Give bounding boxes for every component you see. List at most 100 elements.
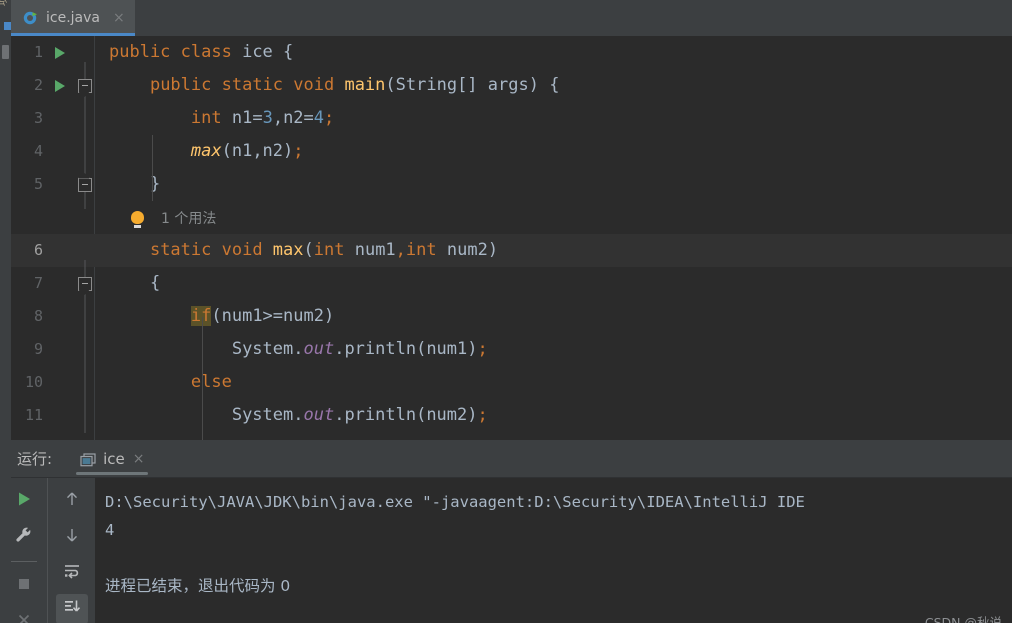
line-number: 9 [33,340,43,358]
code-text: if(num1>=num2) [99,300,1012,333]
line-number: 11 [24,406,43,424]
arrow-up-icon [63,490,81,512]
fold-gutter[interactable] [71,259,99,308]
editor-line[interactable]: 3 int n1=3,n2=4; [11,101,1012,136]
code-token: , [395,240,406,260]
code-token: ( [385,75,396,95]
soft-wrap-icon [63,562,81,584]
left-strip-label[interactable]: 项目 [0,0,9,6]
previous-occurrence-button[interactable] [56,486,88,516]
code-token: main [344,75,386,95]
line-number: 5 [33,175,43,193]
code-token: { [109,273,161,293]
console-line: 进程已结束，退出代码为 0 [105,577,291,595]
code-token: ; [293,141,304,161]
code-token: public [149,75,222,95]
code-text: static void max(int num1,int num2) [99,234,1012,267]
run-gutter-button[interactable] [49,79,71,92]
watermark: CSDN @秋说 [924,615,1002,623]
editor-line[interactable]: 4 max(n1,n2); [11,134,1012,169]
console-output[interactable]: D:\Security\JAVA\JDK\bin\java.exe "-java… [95,477,1012,623]
run-toolbar-column-right [48,478,95,623]
play-icon[interactable] [55,46,65,59]
fold-gutter[interactable] [71,61,99,110]
run-tab-ice[interactable]: ice × [72,440,152,477]
fold-guide-line [84,332,86,367]
code-text: System.out.println(num1); [99,333,1012,366]
editor-line[interactable]: 5 } [11,160,1012,209]
inlay-hint-label[interactable]: 1 个用法 [161,208,216,228]
editor-line[interactable]: 2 public static void main(String[] args)… [11,61,1012,110]
arrow-down-icon [63,526,81,548]
code-text: } [99,168,1012,201]
fold-toggle-icon[interactable] [78,276,92,291]
code-token: num2 [446,240,488,260]
rerun-button[interactable] [8,486,40,516]
close-button[interactable] [8,607,40,623]
code-text: else [99,366,1012,399]
indent-guide [152,135,153,201]
play-icon[interactable] [55,79,65,92]
wrench-icon [15,526,33,548]
inlay-hint-usages[interactable]: 1 个用法 [11,201,1012,234]
scroll-to-end-icon [63,598,81,620]
code-text: public static void main(String[] args) { [99,69,1012,102]
code-token: System. [231,405,304,425]
code-token: n2= [283,108,314,128]
code-text: public class ice { [99,36,1012,69]
settings-button[interactable] [8,522,40,552]
editor-line[interactable]: 8 if(num1>=num2) [11,299,1012,334]
editor-tab-label: ice.java [46,10,100,26]
line-number: 10 [24,373,43,391]
line-number: 3 [33,109,43,127]
code-token: ; [324,108,335,128]
code-token: 4 [313,108,325,128]
code-token: ) { [528,75,560,95]
fold-guide-line [84,101,86,136]
code-token: String[] args [395,75,529,95]
code-editor[interactable]: 1 public class ice {2 public static void … [0,36,1012,440]
next-occurrence-button[interactable] [56,522,88,552]
code-token: int [405,240,447,260]
code-token: max [190,141,222,161]
code-token: ice [242,42,284,62]
stop-button[interactable] [8,571,40,601]
close-icon [15,611,33,623]
editor-line[interactable]: 9 System.out.println(num1); [11,332,1012,367]
run-gutter-button[interactable] [49,46,71,59]
code-token: void [221,240,273,260]
editor-tab-ice-java[interactable]: ice.java × [11,0,135,36]
code-token: ; [477,339,488,359]
editor-line[interactable]: 10 else [11,365,1012,400]
editor-line[interactable]: 1 public class ice { [11,36,1012,69]
editor-line[interactable]: 11 System.out.println(num2); [11,398,1012,433]
fold-toggle-icon[interactable] [78,78,92,93]
soft-wrap-button[interactable] [56,558,88,588]
scroll-to-end-button[interactable] [55,594,88,623]
left-strip-button[interactable] [2,45,9,59]
code-token: class [180,42,243,62]
line-number: 7 [33,274,43,292]
left-tool-strip[interactable]: 项目 [0,0,11,623]
line-number: 8 [33,307,43,325]
fold-toggle-icon[interactable] [78,177,92,192]
code-token: System. [231,339,304,359]
code-text: int n1=3,n2=4; [99,102,1012,135]
code-token: out [303,339,335,359]
editor-line[interactable]: 7 { [11,259,1012,308]
close-icon[interactable]: × [113,11,125,25]
lightbulb-icon[interactable] [131,211,144,228]
editor-line[interactable]: 6 static void max(int num1,int num2) [11,234,1012,267]
run-window-title: 运行: [17,450,53,468]
run-tab-close-icon[interactable]: × [133,451,145,467]
console-icon [80,452,96,467]
fold-gutter[interactable] [71,160,99,209]
editor-lines[interactable]: 1 public class ice {2 public static void … [0,36,1012,440]
code-token: 3 [262,108,273,128]
code-token: n1= [231,108,263,128]
